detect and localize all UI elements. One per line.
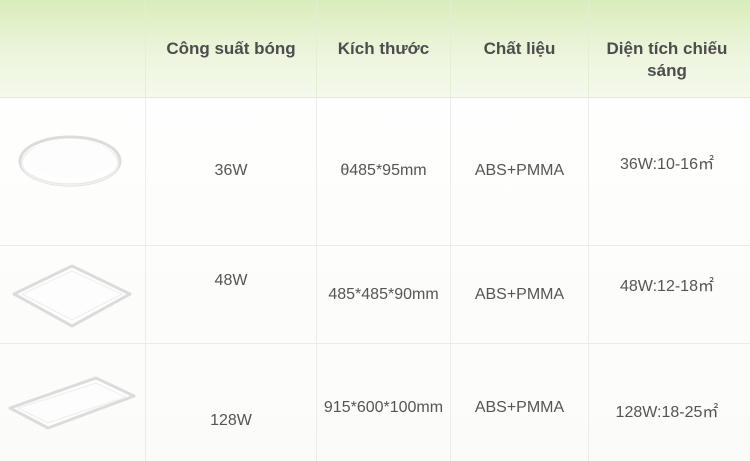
- table-cell-area: 36W:10-16㎡: [620, 156, 714, 173]
- table-cell-size: 485*485*90mm: [328, 286, 439, 303]
- table-cell-area: 128W:18-25㎡: [615, 404, 719, 421]
- spec-table: Công suất bóng Kích thước Chất liệu Diện…: [0, 0, 750, 461]
- row-divider: [0, 343, 750, 344]
- header-material: Chất liệu: [483, 39, 556, 58]
- table-cell-power: 36W: [214, 162, 248, 179]
- header-power: Công suất bóng: [166, 39, 296, 58]
- table-cell-material: ABS+PMMA: [474, 286, 565, 303]
- table-cell-size: 915*600*100mm: [323, 399, 444, 416]
- header-area: Diện tích chiếu sáng: [606, 39, 728, 80]
- table-cell-area: 48W:12-18㎡: [620, 278, 714, 295]
- table-header: Công suất bóng Kích thước Chất liệu Diện…: [0, 0, 750, 98]
- table-cell-material: ABS+PMMA: [474, 399, 565, 416]
- table-cell-size: θ485*95mm: [340, 162, 427, 179]
- table-cell-power: 128W: [210, 412, 252, 429]
- table-cell-power: 48W: [214, 272, 248, 289]
- rectangular-ceiling-lamp-icon: [4, 370, 138, 436]
- header-size: Kích thước: [337, 39, 430, 58]
- square-ceiling-lamp-icon: [8, 262, 136, 334]
- row-divider: [0, 245, 750, 246]
- table-cell-material: ABS+PMMA: [474, 162, 565, 179]
- round-ceiling-lamp-icon: [14, 130, 126, 194]
